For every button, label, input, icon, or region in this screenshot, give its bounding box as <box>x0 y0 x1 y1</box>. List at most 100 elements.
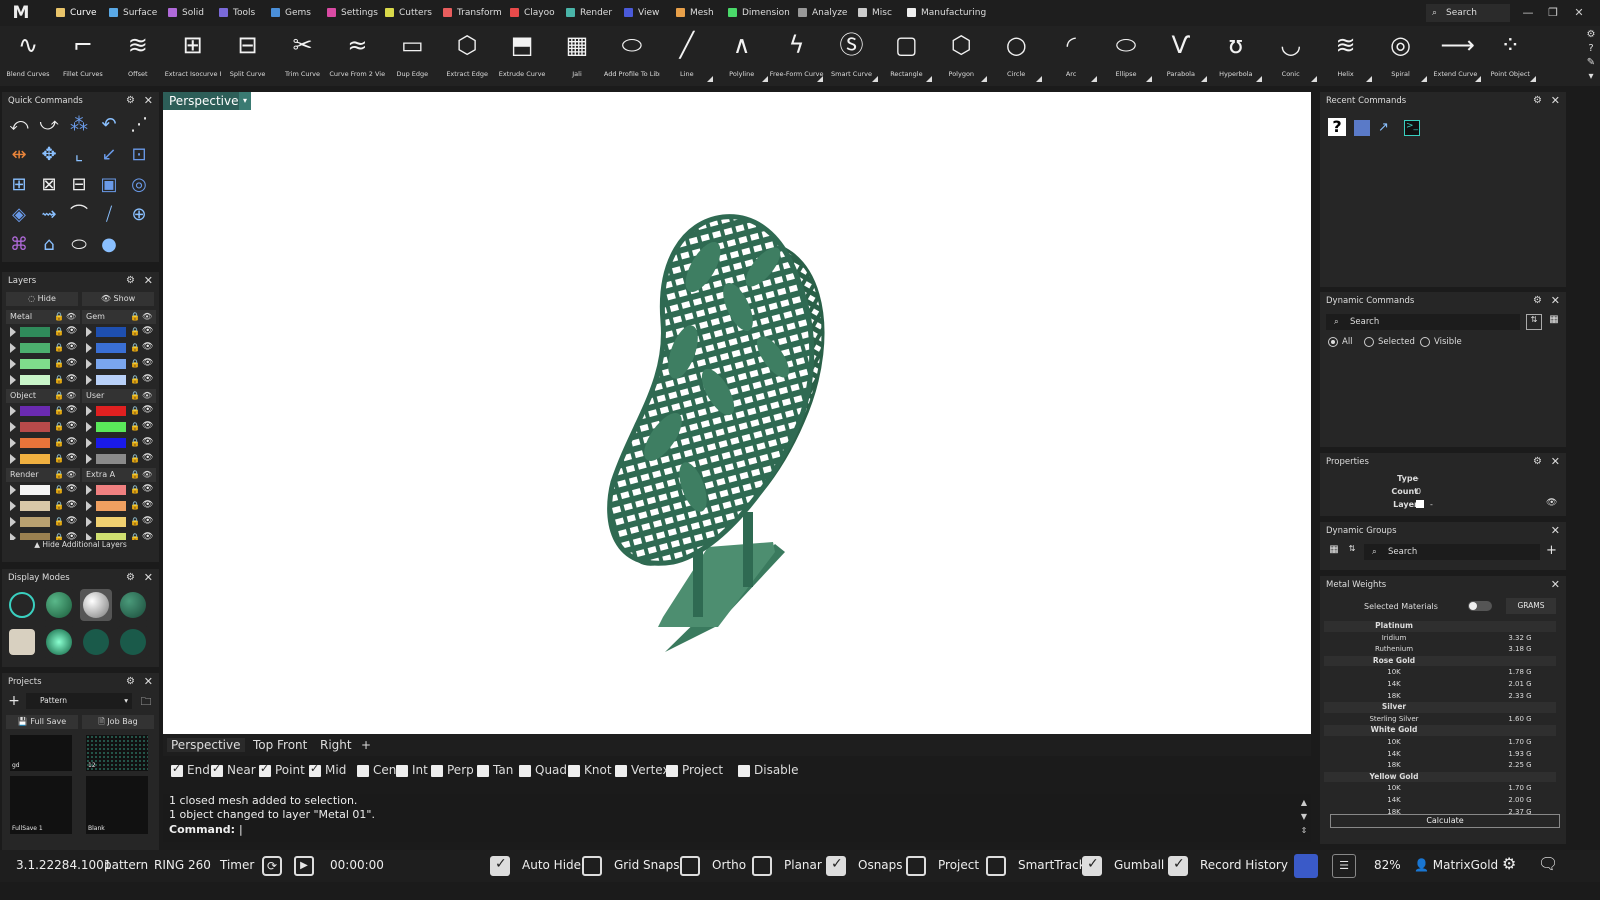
project-thumb[interactable]: gd <box>10 735 72 771</box>
tool-fillet-curves[interactable]: ⌐ Fillet Curves <box>55 30 111 84</box>
display-mode-shaded[interactable] <box>43 589 75 621</box>
toggle-record-history-label[interactable]: Record History <box>1200 858 1288 872</box>
tool-extract-edge[interactable]: ⬡ Extract Edge <box>439 30 495 84</box>
expand-icon[interactable] <box>10 454 16 464</box>
menu-tab-misc[interactable]: Misc <box>858 5 892 21</box>
expand-icon[interactable] <box>86 327 92 337</box>
eye-icon[interactable]: 👁 <box>142 358 153 368</box>
display-mode-clay[interactable] <box>6 626 38 658</box>
osnap-end[interactable]: End <box>171 762 210 777</box>
list-icon[interactable]: ☰ <box>1332 854 1356 878</box>
eye-icon[interactable]: 👁 <box>66 453 77 463</box>
gear-icon[interactable]: ⚙ <box>1533 453 1542 471</box>
toggle-osnaps-checkbox[interactable] <box>826 856 846 876</box>
tool-blend-curves[interactable]: ∿ Blend Curves <box>0 30 56 84</box>
tool-extract-isocurve-from-[interactable]: ⊞ Extract Isocurve From... <box>165 30 221 84</box>
tool-point-object[interactable]: ⁘ Point Object <box>1482 30 1538 84</box>
viewport-tab-perspective[interactable]: Perspective <box>167 738 245 752</box>
calendar-icon[interactable]: ▦ <box>1546 314 1562 330</box>
layer-color-swatch[interactable] <box>96 533 126 540</box>
menu-tab-settings[interactable]: Settings <box>327 5 378 21</box>
layer-row[interactable]: 🔒 👁 <box>82 530 156 540</box>
eye-icon[interactable]: 👁 <box>66 405 77 415</box>
sort-icon[interactable]: ⇅ <box>1526 314 1542 330</box>
tool-helix[interactable]: ≋ Helix <box>1318 30 1374 84</box>
eye-icon[interactable]: 👁 <box>142 484 153 494</box>
layer-color-swatch[interactable] <box>96 327 126 337</box>
menu-tab-solid[interactable]: Solid <box>168 5 204 21</box>
command-prompt[interactable]: Command: | <box>169 823 243 836</box>
close-icon[interactable]: ✕ <box>1551 292 1560 310</box>
display-mode-wireframe[interactable] <box>6 589 38 621</box>
layer-color-swatch[interactable] <box>20 375 50 385</box>
layer-color-swatch[interactable] <box>20 327 50 337</box>
layer-row[interactable]: 🔒 👁 <box>6 324 80 340</box>
calendar-icon[interactable]: ▦ <box>1326 544 1342 560</box>
layer-group-header[interactable]: Object 🔒 👁 <box>6 389 80 403</box>
gear-icon[interactable]: ⚙ <box>1533 292 1542 310</box>
checkbox-icon[interactable] <box>738 765 750 777</box>
tool-extrude-curve[interactable]: ⬒ Extrude Curve <box>494 30 550 84</box>
expand-icon[interactable] <box>86 533 92 540</box>
toggle-grid-snaps-checkbox[interactable] <box>582 856 602 876</box>
tool-polyline[interactable]: ∧ Polyline <box>714 30 770 84</box>
expand-icon[interactable] <box>10 438 16 448</box>
eye-icon[interactable]: 👁 <box>142 453 153 463</box>
project-thumb[interactable]: 12 <box>86 735 148 771</box>
minimize-icon[interactable]: — <box>1519 4 1537 22</box>
project-thumb[interactable]: Blank <box>86 776 148 834</box>
tool-offset[interactable]: ≋ Offset <box>110 30 166 84</box>
command-area[interactable]: 1 closed mesh added to selection. 1 obje… <box>163 794 1311 842</box>
osnap-project[interactable]: Project <box>666 763 723 777</box>
quick-command-icon[interactable]: ⌘ <box>8 234 30 256</box>
lock-icon[interactable]: 🔒 <box>54 533 64 540</box>
selected-materials-toggle[interactable] <box>1468 601 1492 611</box>
layer-row[interactable]: 🔒 👁 <box>6 435 80 451</box>
layer-color-swatch[interactable] <box>96 375 126 385</box>
layer-row[interactable]: 🔒 👁 <box>82 372 156 388</box>
lock-icon[interactable]: 🔒 <box>130 422 140 431</box>
quick-command-icon[interactable]: ⊞ <box>8 174 30 196</box>
toggle-grid-snaps-label[interactable]: Grid Snaps <box>614 858 679 872</box>
tool-curve-from-2-views[interactable]: ≈ Curve From 2 Views <box>329 30 385 84</box>
quick-command-icon[interactable]: ⧸ <box>98 204 120 226</box>
project-thumb[interactable]: FullSave 1 <box>10 776 72 834</box>
layer-row[interactable]: 🔒 👁 <box>6 530 80 540</box>
layer-row[interactable]: 🔒 👁 <box>82 356 156 372</box>
expand-icon[interactable] <box>10 406 16 416</box>
close-icon[interactable]: ✕ <box>144 92 153 110</box>
expand-icon[interactable] <box>10 485 16 495</box>
layer-color-swatch[interactable] <box>20 422 50 432</box>
viewport-tab-add[interactable]: + <box>361 738 371 752</box>
lock-icon[interactable]: 🔒 <box>54 359 64 368</box>
job-bag-button[interactable]: 🗎 Job Bag <box>82 715 154 729</box>
lock-icon[interactable]: 🔒 <box>54 343 64 352</box>
checkbox-icon[interactable] <box>615 765 627 777</box>
lock-icon[interactable]: 🔒 <box>130 517 140 526</box>
folder-icon[interactable]: 🗀 <box>138 693 154 709</box>
toggle-planar-checkbox[interactable] <box>752 856 772 876</box>
layer-color-swatch[interactable] <box>96 501 126 511</box>
expand-icon[interactable] <box>86 454 92 464</box>
eye-icon[interactable]: 👁 <box>142 437 153 447</box>
layer-color-swatch[interactable] <box>20 438 50 448</box>
lock-icon[interactable]: 🔒 <box>54 501 64 510</box>
gear-icon[interactable]: ⚙ <box>126 92 135 110</box>
gear-icon[interactable]: ⚙ <box>126 569 135 587</box>
refresh-icon[interactable]: ⟳ <box>262 856 282 876</box>
viewport-tab-top[interactable]: Top <box>253 738 273 752</box>
toggle-record-history-checkbox[interactable] <box>1168 856 1188 876</box>
toggle-project-label[interactable]: Project <box>938 858 979 872</box>
layer-row[interactable]: 🔒 👁 <box>82 324 156 340</box>
tool-line[interactable]: ╱ Line <box>659 30 715 84</box>
quick-command-icon[interactable]: ◎ <box>128 174 150 196</box>
quick-command-icon[interactable]: ● <box>98 234 120 256</box>
close-icon[interactable]: ✕ <box>144 272 153 290</box>
layer-row[interactable]: 🔒 👁 <box>6 514 80 530</box>
eye-icon[interactable]: 👁 <box>66 437 77 447</box>
lock-icon[interactable]: 🔒 <box>54 406 64 415</box>
filter-all-radio[interactable]: All <box>1328 336 1353 348</box>
layer-row[interactable]: 🔒 👁 <box>6 356 80 372</box>
osnap-tan[interactable]: Tan <box>477 763 513 777</box>
menu-tab-curve[interactable]: Curve <box>56 5 97 21</box>
